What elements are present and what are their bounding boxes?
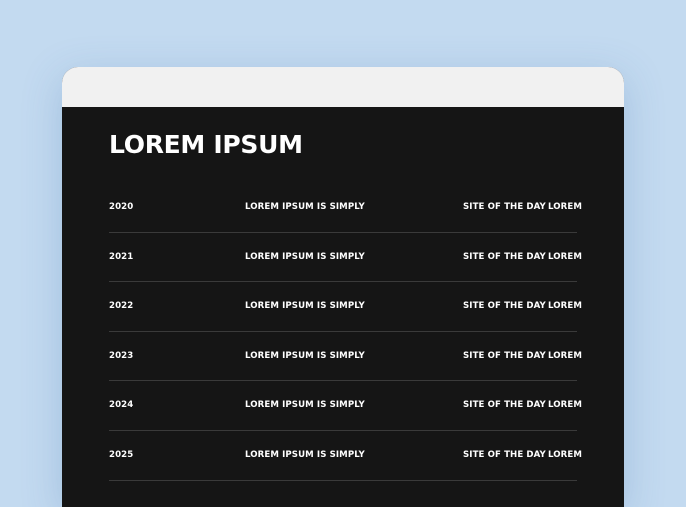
row-award: SITE OF THE DAY [463, 449, 546, 460]
row-award: SITE OF THE DAY [463, 301, 546, 312]
row-extra: LOREM [548, 449, 583, 460]
row-award: SITE OF THE DAY [463, 251, 546, 262]
list-item: 2025 LOREM IPSUM IS SIMPLY SITE OF THE D… [109, 431, 582, 481]
row-description: LOREM IPSUM IS SIMPLY [245, 202, 365, 212]
row-extra: LOREM [548, 350, 583, 361]
row-award: SITE OF THE DAY [463, 202, 546, 212]
row-description: LOREM IPSUM IS SIMPLY [245, 400, 365, 411]
list-item: 2022 LOREM IPSUM IS SIMPLY SITE OF THE D… [109, 282, 582, 332]
list-item: 2023 LOREM IPSUM IS SIMPLY SITE OF THE D… [109, 332, 582, 382]
row-extra: LOREM [548, 400, 583, 411]
row-year: 2020 [109, 202, 134, 212]
window-titlebar [62, 67, 624, 107]
list-item: 2021 LOREM IPSUM IS SIMPLY SITE OF THE D… [109, 233, 582, 283]
row-extra: LOREM [548, 301, 583, 312]
browser-window: LOREM IPSUM 2020 LOREM IPSUM IS SIMPLY S… [62, 67, 624, 507]
row-year: 2023 [109, 350, 134, 361]
row-award: SITE OF THE DAY [463, 350, 546, 361]
row-description: LOREM IPSUM IS SIMPLY [245, 350, 365, 361]
list-item: 2020 LOREM IPSUM IS SIMPLY SITE OF THE D… [109, 183, 582, 233]
row-description: LOREM IPSUM IS SIMPLY [245, 251, 365, 262]
row-description: LOREM IPSUM IS SIMPLY [245, 301, 365, 312]
row-award: SITE OF THE DAY [463, 400, 546, 411]
list-item: 2024 LOREM IPSUM IS SIMPLY SITE OF THE D… [109, 381, 582, 431]
row-description: LOREM IPSUM IS SIMPLY [245, 449, 365, 460]
row-year: 2021 [109, 251, 134, 262]
page-title: LOREM IPSUM [109, 130, 303, 159]
row-year: 2025 [109, 449, 134, 460]
row-extra: LOREM [548, 251, 583, 262]
page-content: LOREM IPSUM 2020 LOREM IPSUM IS SIMPLY S… [62, 107, 624, 481]
awards-list: 2020 LOREM IPSUM IS SIMPLY SITE OF THE D… [109, 183, 582, 481]
row-year: 2022 [109, 301, 134, 312]
row-extra: LOREM [548, 202, 583, 212]
row-year: 2024 [109, 400, 134, 411]
